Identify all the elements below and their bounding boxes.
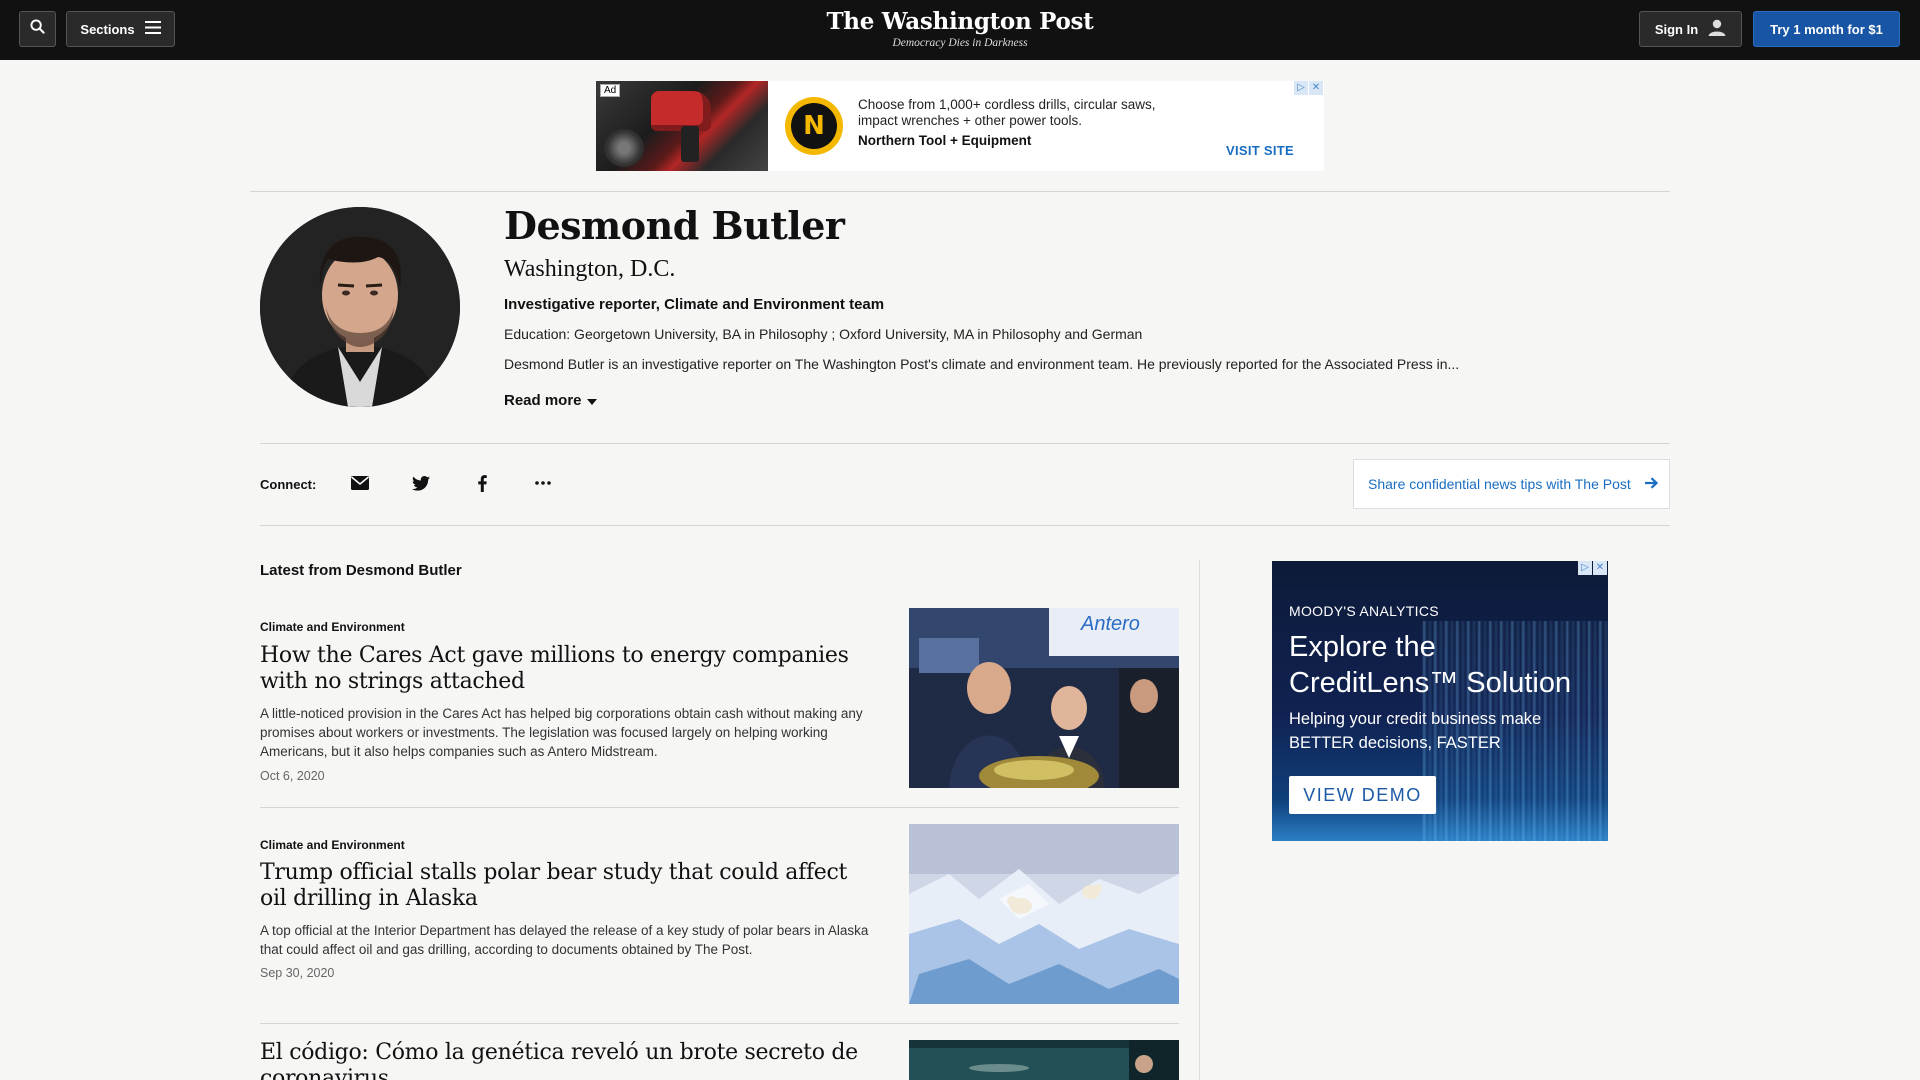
article-kicker[interactable]: Climate and Environment xyxy=(260,838,405,852)
article-card: El código: Cómo la genética reveló un br… xyxy=(260,1040,1180,1080)
read-more-button[interactable]: Read more xyxy=(504,392,597,409)
email-icon[interactable] xyxy=(348,472,372,494)
latest-heading: Latest from Desmond Butler xyxy=(260,562,462,579)
article-headline[interactable]: Trump official stalls polar bear study t… xyxy=(260,860,880,912)
ad-advertiser: Northern Tool + Equipment xyxy=(858,133,1032,148)
article-thumbnail[interactable]: Antero xyxy=(909,608,1179,788)
divider xyxy=(260,1023,1179,1024)
divider xyxy=(260,525,1670,526)
advertiser-logo-letter: N xyxy=(791,103,837,149)
top-navigation-bar: Sections The Washington Post Democracy D… xyxy=(0,0,1920,60)
adchoices-controls[interactable]: ▷ ✕ xyxy=(1294,81,1323,95)
sections-menu-button[interactable]: Sections xyxy=(66,11,175,47)
sign-in-button[interactable]: Sign In xyxy=(1639,11,1742,47)
article-card: Climate and Environment Trump official s… xyxy=(260,824,1180,1024)
author-location: Washington, D.C. xyxy=(504,256,676,282)
facebook-icon[interactable] xyxy=(470,472,494,494)
article-kicker[interactable]: Climate and Environment xyxy=(260,620,405,634)
masthead-tagline: Democracy Dies in Darkness xyxy=(892,37,1028,49)
twitter-icon[interactable] xyxy=(409,472,433,494)
hamburger-icon xyxy=(144,21,161,37)
adchoices-icon[interactable]: ▷ xyxy=(1578,561,1592,575)
ad-text: Choose from 1,000+ cordless drills, circ… xyxy=(858,97,1156,128)
adchoices-icon[interactable]: ▷ xyxy=(1294,81,1308,95)
top-banner-ad[interactable]: Ad N Choose from 1,000+ cordless drills,… xyxy=(596,81,1324,171)
ad-label: Ad xyxy=(600,84,621,97)
article-card: Climate and Environment How the Cares Ac… xyxy=(260,608,1180,808)
tips-label: Share confidential news tips with The Po… xyxy=(1368,476,1631,492)
ad-headline: Explore the CreditLens™ Solution xyxy=(1289,631,1572,699)
sign-in-label: Sign In xyxy=(1654,21,1699,37)
divider xyxy=(260,807,1179,808)
author-education: Education: Georgetown University, BA in … xyxy=(504,326,1143,342)
author-name: Desmond Butler xyxy=(504,203,845,248)
author-title: Investigative reporter, Climate and Envi… xyxy=(504,296,885,313)
search-icon xyxy=(30,19,45,39)
share-news-tips-button[interactable]: Share confidential news tips with The Po… xyxy=(1353,459,1670,509)
caret-down-icon xyxy=(586,392,597,409)
ad-subhead: Helping your credit business make BETTER… xyxy=(1289,710,1542,752)
author-bio: Desmond Butler is an investigative repor… xyxy=(504,356,1460,372)
adchoices-controls[interactable]: ▷ ✕ xyxy=(1578,561,1607,575)
masthead-title: The Washington Post xyxy=(826,8,1094,35)
article-thumbnail[interactable] xyxy=(909,1040,1179,1080)
author-avatar xyxy=(260,207,460,407)
ad-product-image: Ad xyxy=(596,81,768,171)
article-headline[interactable]: El código: Cómo la genética reveló un br… xyxy=(260,1040,880,1080)
ad-brand: MOODY'S ANALYTICS xyxy=(1289,603,1439,619)
article-blurb: A top official at the Interior Departmen… xyxy=(260,923,869,957)
article-thumbnail[interactable] xyxy=(909,824,1179,1004)
subscribe-button[interactable]: Try 1 month for $1 xyxy=(1753,11,1900,47)
close-ad-icon[interactable]: ✕ xyxy=(1593,561,1607,575)
sections-label: Sections xyxy=(80,21,135,37)
user-icon xyxy=(1708,19,1726,39)
read-more-label: Read more xyxy=(504,392,582,409)
sidebar-ad[interactable]: MOODY'S ANALYTICS Explore the CreditLens… xyxy=(1272,561,1608,841)
more-icon[interactable] xyxy=(531,472,555,494)
view-demo-button[interactable]: VIEW DEMO xyxy=(1289,776,1436,814)
masthead-logo[interactable]: The Washington Post Democracy Dies in Da… xyxy=(760,8,1160,50)
arrow-right-icon xyxy=(1644,476,1658,492)
antero-logo-text: Antero xyxy=(1080,613,1140,635)
article-date: Oct 6, 2020 xyxy=(260,769,325,783)
article-headline[interactable]: How the Cares Act gave millions to energ… xyxy=(260,643,880,695)
connect-label: Connect: xyxy=(260,477,317,492)
close-ad-icon[interactable]: ✕ xyxy=(1309,81,1323,95)
search-button[interactable] xyxy=(19,11,56,47)
divider xyxy=(260,443,1670,444)
divider xyxy=(250,191,1670,192)
article-date: Sep 30, 2020 xyxy=(260,966,335,980)
column-divider xyxy=(1199,560,1200,1080)
visit-site-link[interactable]: VISIT SITE xyxy=(1226,143,1294,158)
article-blurb: A little-noticed provision in the Cares … xyxy=(260,706,863,759)
advertiser-logo: N xyxy=(785,97,843,155)
